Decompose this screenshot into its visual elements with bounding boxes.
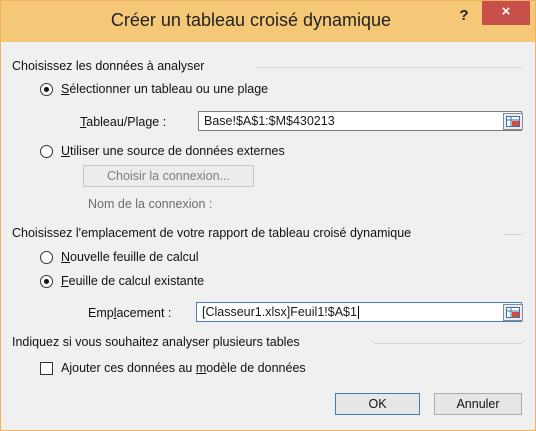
existing-worksheet-radio[interactable] — [40, 275, 53, 288]
location-section-heading: Choisissez l'emplacement de votre rappor… — [12, 226, 412, 240]
connection-name-label: Nom de la connexion : — [88, 197, 213, 211]
data-section-heading: Choisissez les données à analyser — [12, 59, 205, 73]
help-button[interactable]: ? — [450, 5, 478, 29]
dialog-body: Choisissez les données à analyser Sélect… — [8, 43, 526, 422]
existing-worksheet-label[interactable]: Feuille de calcul existante — [61, 274, 204, 288]
table-range-label: Tableau/Plage : — [80, 115, 167, 129]
external-source-radio[interactable] — [40, 145, 53, 158]
section-separator — [504, 234, 522, 235]
pivot-table-dialog: Créer un tableau croisé dynamique ? × Ch… — [0, 0, 536, 431]
text-caret — [357, 306, 359, 320]
choose-connection-button[interactable]: Choisir la connexion... — [83, 165, 254, 187]
external-source-label[interactable]: Utiliser une source de données externes — [61, 144, 285, 158]
section-separator — [374, 343, 522, 344]
select-table-label[interactable]: Sélectionner un tableau ou une plage — [61, 82, 268, 96]
cancel-button[interactable]: Annuler — [434, 393, 522, 415]
range-selector-icon[interactable] — [503, 113, 523, 130]
ok-button[interactable]: OK — [335, 393, 420, 415]
add-to-data-model-label[interactable]: Ajouter ces données au modèle de données — [61, 361, 306, 375]
select-table-radio[interactable] — [40, 83, 53, 96]
range-selector-icon[interactable] — [503, 304, 523, 321]
range-selector-glyph — [506, 307, 520, 318]
dialog-title: Créer un tableau croisé dynamique — [110, 10, 392, 30]
add-to-data-model-checkbox[interactable] — [40, 362, 53, 375]
section-separator — [256, 67, 522, 68]
close-button[interactable]: × — [482, 1, 530, 25]
new-worksheet-label[interactable]: Nouvelle feuille de calcul — [61, 250, 199, 264]
table-range-input[interactable]: Base!$A$1:$M$430213 — [198, 111, 522, 131]
range-selector-glyph — [506, 116, 520, 127]
tables-section-heading: Indiquez si vous souhaitez analyser plus… — [12, 335, 300, 349]
title-bar[interactable]: Créer un tableau croisé dynamique ? × — [1, 1, 535, 42]
location-label: Emplacement : — [88, 306, 172, 320]
new-worksheet-radio[interactable] — [40, 251, 53, 264]
location-input[interactable]: [Classeur1.xlsx]Feuil1!$A$1 — [196, 302, 522, 322]
